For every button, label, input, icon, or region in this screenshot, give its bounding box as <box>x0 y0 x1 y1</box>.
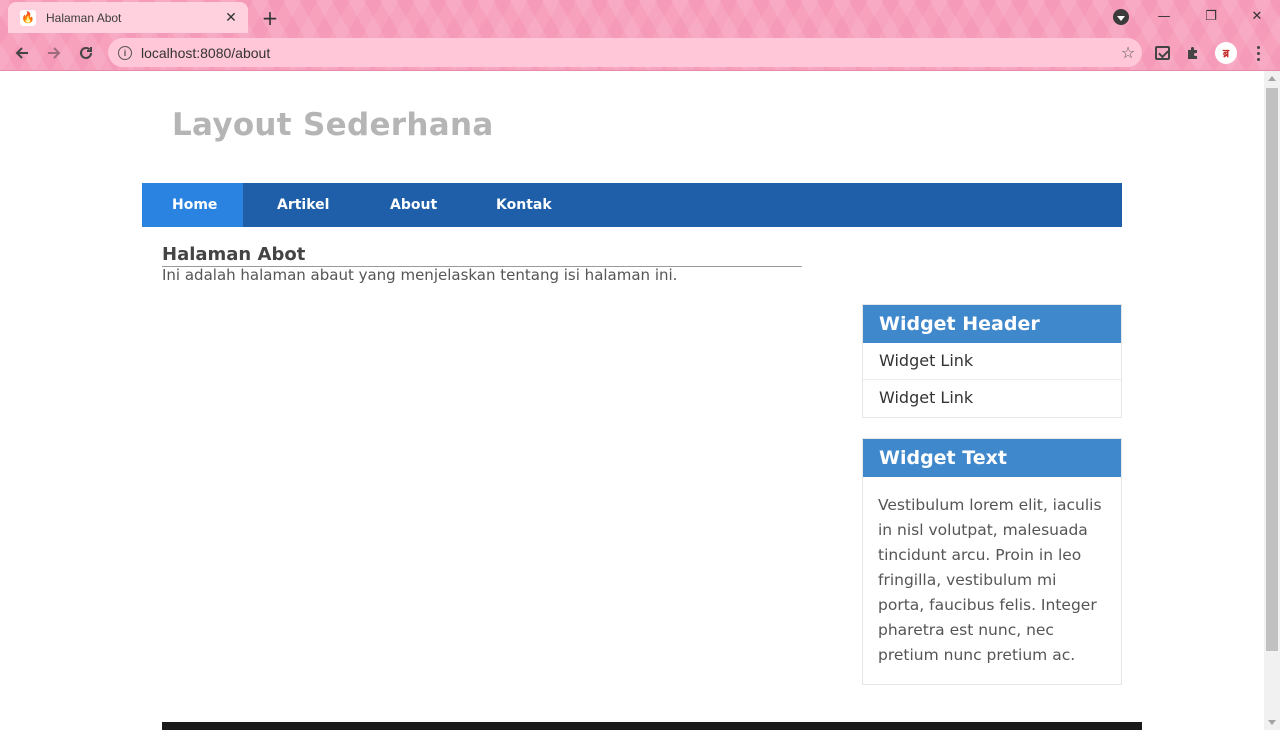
bookmark-star-icon[interactable]: ☆ <box>1114 43 1142 62</box>
scroll-up-arrow-icon[interactable] <box>1268 76 1276 81</box>
reload-icon[interactable] <box>72 39 100 67</box>
scrollbar-thumb[interactable] <box>1266 88 1278 651</box>
footer-bar <box>162 722 1142 730</box>
address-bar[interactable]: i localhost:8080/about ☆ <box>108 38 1142 67</box>
pocket-extension-icon[interactable] <box>1151 42 1173 64</box>
article-title: Halaman Abot <box>162 245 802 267</box>
article-body: Ini adalah halaman abaut yang menjelaska… <box>162 266 678 284</box>
page-scrollbar[interactable] <box>1264 71 1280 730</box>
site-title: Layout Sederhana <box>172 107 494 143</box>
minimize-button[interactable]: — <box>1148 4 1180 28</box>
restore-button[interactable]: ❐ <box>1195 4 1227 28</box>
extensions-puzzle-icon[interactable] <box>1182 42 1204 64</box>
page-viewport: Layout Sederhana Home Artikel About Kont… <box>0 71 1264 730</box>
back-arrow-icon[interactable] <box>8 39 36 67</box>
nav-item-home[interactable]: Home <box>142 183 243 227</box>
close-window-button[interactable]: ✕ <box>1241 4 1273 28</box>
nav-item-kontak[interactable]: Kontak <box>466 183 586 227</box>
widget-text: Widget Text Vestibulum lorem elit, iacul… <box>862 438 1122 685</box>
widget-text-body: Vestibulum lorem elit, iaculis in nisl v… <box>878 496 1102 664</box>
browser-tab[interactable]: 🔥 Halaman Abot ✕ <box>8 2 248 33</box>
widget-text-header: Widget Text <box>863 439 1121 477</box>
browser-chrome: 🔥 Halaman Abot ✕ + — ❐ ✕ i localhost:808… <box>0 0 1280 71</box>
tab-title: Halaman Abot <box>46 10 122 25</box>
browser-toolbar: i localhost:8080/about ☆ ब्र <box>0 35 1280 70</box>
nav-item-artikel[interactable]: Artikel <box>243 183 359 227</box>
widget-link[interactable]: Widget Link <box>863 343 1121 380</box>
widget-link[interactable]: Widget Link <box>863 380 1121 417</box>
widget-header: Widget Header <box>863 305 1121 343</box>
scroll-down-arrow-icon[interactable] <box>1268 720 1276 725</box>
nav-item-about[interactable]: About <box>359 183 466 227</box>
browser-menu-icon[interactable] <box>1250 42 1266 64</box>
widget-links: Widget Header Widget Link Widget Link <box>862 304 1122 418</box>
widget-link-list: Widget Link Widget Link <box>863 343 1121 417</box>
site-info-icon[interactable]: i <box>118 45 132 60</box>
url-text[interactable]: localhost:8080/about <box>141 45 1114 61</box>
main-nav: Home Artikel About Kontak <box>142 183 1122 227</box>
codeigniter-favicon-icon: 🔥 <box>20 9 36 26</box>
profile-avatar[interactable]: ब्र <box>1215 42 1237 64</box>
tab-close-icon[interactable]: ✕ <box>222 9 240 27</box>
forward-arrow-icon[interactable] <box>40 39 68 67</box>
new-tab-button[interactable]: + <box>258 6 282 30</box>
tab-search-icon[interactable] <box>1113 9 1129 25</box>
